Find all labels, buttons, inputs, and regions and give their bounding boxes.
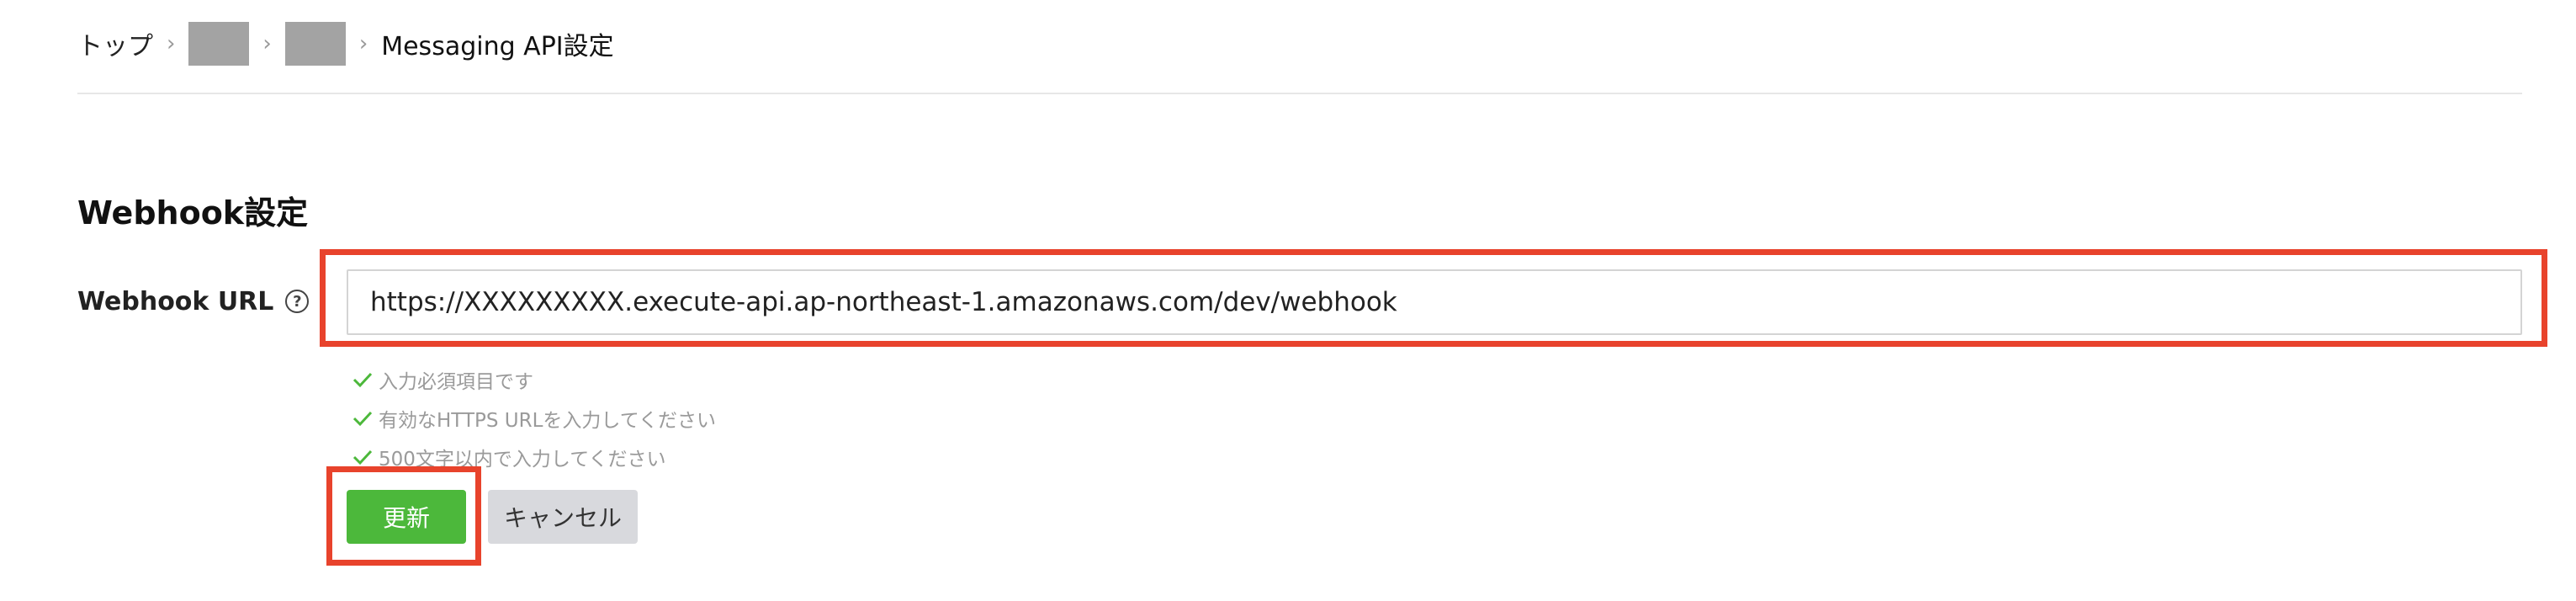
validation-rule-text: 有効なHTTPS URLを入力してください	[379, 410, 717, 432]
validation-rules: 入力必須項目です 有効なHTTPS URLを入力してください 500文字以内で入…	[352, 360, 716, 476]
section-title: Webhook設定	[77, 194, 309, 231]
update-button[interactable]: 更新	[347, 490, 466, 544]
field-label-text: Webhook URL	[77, 286, 274, 316]
breadcrumb: トップ › › › Messaging API設定	[77, 20, 614, 67]
cancel-button[interactable]: キャンセル	[488, 490, 638, 544]
webhook-url-input[interactable]	[347, 269, 2522, 335]
check-icon	[352, 411, 373, 427]
chevron-right-icon: ›	[358, 31, 368, 56]
check-icon	[352, 449, 373, 465]
check-icon	[352, 372, 373, 388]
validation-rule-text: 入力必須項目です	[379, 371, 533, 393]
help-icon[interactable]: ?	[285, 290, 310, 313]
breadcrumb-item-current: Messaging API設定	[381, 32, 614, 61]
validation-rule: 入力必須項目です	[352, 360, 716, 399]
chevron-right-icon: ›	[167, 31, 176, 56]
chevron-right-icon: ›	[262, 31, 272, 56]
validation-rule: 有効なHTTPS URLを入力してください	[352, 399, 716, 438]
breadcrumb-item-top[interactable]: トップ	[77, 25, 153, 62]
webhook-url-label: Webhook URL ?	[77, 285, 310, 318]
breadcrumb-item-redacted-2[interactable]	[284, 22, 346, 66]
breadcrumb-item-redacted-1[interactable]	[188, 22, 250, 66]
divider	[77, 93, 2522, 94]
